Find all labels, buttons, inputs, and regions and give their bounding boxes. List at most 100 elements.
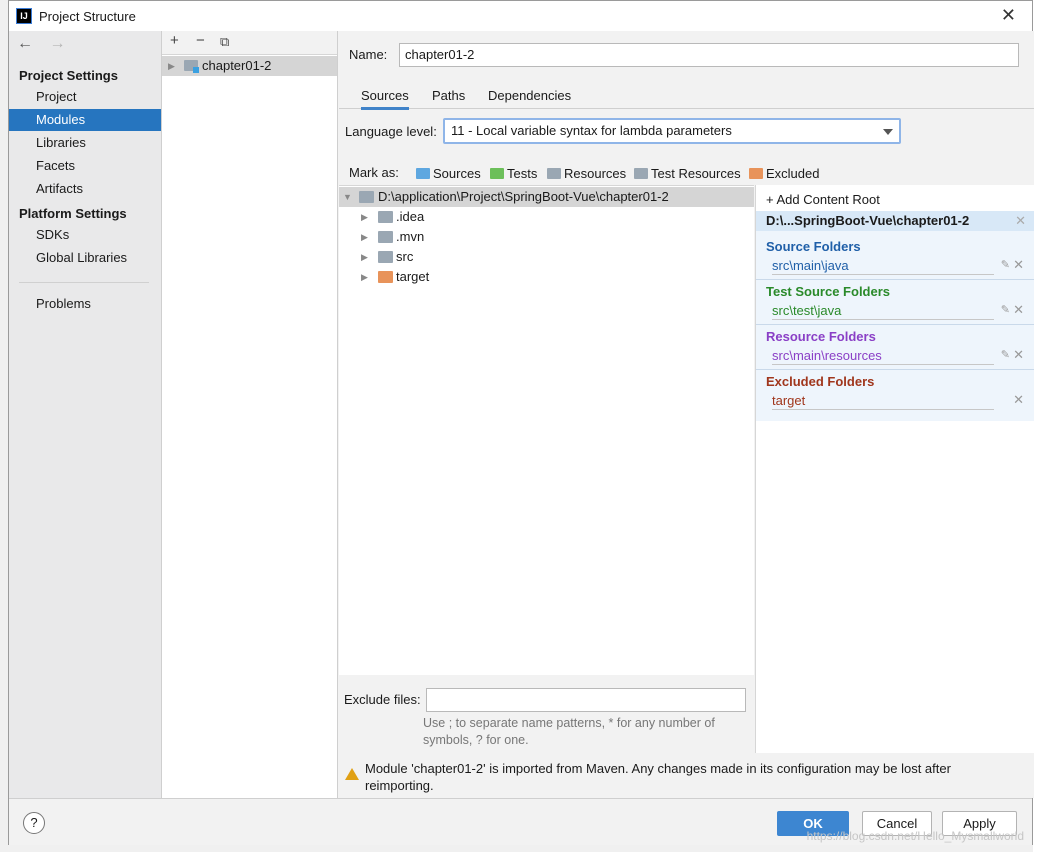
content-root-tree: ▼ D:\application\Project\SpringBoot-Vue\… xyxy=(339,185,754,675)
mark-excluded-button[interactable]: Excluded xyxy=(749,166,819,181)
remove-icon[interactable]: ✕ xyxy=(1013,347,1024,363)
tree-row-idea[interactable]: ▶ .idea xyxy=(339,207,754,227)
remove-icon[interactable]: ✕ xyxy=(1013,392,1024,408)
folder-icon xyxy=(378,211,393,223)
mark-test-resources-button[interactable]: Test Resources xyxy=(634,166,741,181)
tree-item-label: .mvn xyxy=(396,229,425,244)
mark-sources-button[interactable]: Sources xyxy=(416,166,481,181)
tests-folder-icon xyxy=(490,168,504,179)
exclude-hint-line-2: symbols, ? for one. xyxy=(423,733,529,747)
module-name-input[interactable]: chapter01-2 xyxy=(399,43,1019,67)
group-divider xyxy=(756,279,1034,280)
mark-as-label: Mark as: xyxy=(349,165,399,180)
content-root-panel: + Add Content Root D:\...SpringBoot-Vue\… xyxy=(755,185,1034,753)
expand-arrow-icon[interactable]: ▶ xyxy=(361,247,368,267)
sidebar-item-modules[interactable]: Modules xyxy=(9,109,161,131)
expand-arrow-icon[interactable]: ▶ xyxy=(361,207,368,227)
remove-icon[interactable]: ✕ xyxy=(1013,302,1024,318)
module-settings-panel: Name: chapter01-2 Sources Paths Dependen… xyxy=(339,31,1034,798)
folder-icon xyxy=(378,251,393,263)
intellij-app-icon: IJ xyxy=(16,8,32,24)
copy-icon[interactable]: ⧉ xyxy=(220,34,229,50)
close-icon[interactable]: ✕ xyxy=(1001,5,1016,26)
excluded-folders-heading: Excluded Folders xyxy=(766,374,875,389)
tree-item-label: src xyxy=(396,249,414,264)
module-item[interactable]: ▶ chapter01-2 xyxy=(162,56,337,76)
project-settings-heading: Project Settings xyxy=(19,68,118,83)
remove-icon[interactable]: ✕ xyxy=(1013,257,1024,273)
edit-icon[interactable]: ✎ xyxy=(1001,348,1010,361)
mark-excluded-label: Excluded xyxy=(766,166,820,181)
expand-arrow-icon[interactable]: ▶ xyxy=(168,56,175,76)
source-folders-heading: Source Folders xyxy=(766,239,861,254)
excluded-folder-icon xyxy=(749,168,763,179)
sidebar-item-project[interactable]: Project xyxy=(9,86,161,108)
back-arrow-icon[interactable]: ← xyxy=(17,35,33,52)
exclude-hint-line-1: Use ; to separate name patterns, * for a… xyxy=(423,716,715,730)
forward-arrow-icon[interactable]: → xyxy=(49,35,65,52)
tree-root-row[interactable]: ▼ D:\application\Project\SpringBoot-Vue\… xyxy=(339,187,754,207)
module-tabs: Sources Paths Dependencies xyxy=(339,83,1034,110)
sidebar-item-facets[interactable]: Facets xyxy=(9,155,161,177)
history-nav: ← → xyxy=(17,35,77,53)
exclude-files-label: Exclude files: xyxy=(344,692,421,707)
tree-row-src[interactable]: ▶ src xyxy=(339,247,754,267)
mark-resources-label: Resources xyxy=(564,166,627,181)
collapse-arrow-icon[interactable]: ▼ xyxy=(343,187,352,207)
content-root-header[interactable]: D:\...SpringBoot-Vue\chapter01-2 ✕ xyxy=(756,211,1034,231)
maven-warning-text: Module 'chapter01-2' is imported from Ma… xyxy=(365,761,951,793)
tab-sources[interactable]: Sources xyxy=(361,88,409,110)
language-level-value: 11 - Local variable syntax for lambda pa… xyxy=(451,123,732,138)
sidebar-item-problems[interactable]: Problems xyxy=(9,293,161,315)
add-icon[interactable]: + xyxy=(170,32,179,49)
test-source-folders-heading: Test Source Folders xyxy=(766,284,891,299)
remove-icon[interactable]: − xyxy=(196,32,205,49)
sidebar-item-libraries[interactable]: Libraries xyxy=(9,132,161,154)
excluded-folder-path: target xyxy=(772,393,806,408)
tree-root-label: D:\application\Project\SpringBoot-Vue\ch… xyxy=(378,189,669,204)
expand-arrow-icon[interactable]: ▶ xyxy=(361,267,368,287)
sidebar-divider xyxy=(19,282,149,283)
test-resources-folder-icon xyxy=(634,168,648,179)
mark-test-resources-label: Test Resources xyxy=(651,166,741,181)
tree-row-mvn[interactable]: ▶ .mvn xyxy=(339,227,754,247)
sidebar-item-global-libraries[interactable]: Global Libraries xyxy=(9,247,161,269)
tree-row-target[interactable]: ▶ target xyxy=(339,267,754,287)
edit-icon[interactable]: ✎ xyxy=(1001,258,1010,271)
language-level-select[interactable]: 11 - Local variable syntax for lambda pa… xyxy=(443,118,901,144)
resource-folder-entry[interactable]: src\main\resources ✎ ✕ xyxy=(772,347,1024,365)
add-content-root-button[interactable]: + Add Content Root xyxy=(766,192,880,207)
mark-tests-label: Tests xyxy=(507,166,538,181)
module-folder-icon xyxy=(184,60,199,73)
folder-icon xyxy=(378,231,393,243)
excluded-folder-icon xyxy=(378,271,393,283)
exclude-files-input[interactable] xyxy=(426,688,746,712)
help-icon[interactable]: ? xyxy=(23,812,45,834)
resources-folder-icon xyxy=(547,168,561,179)
source-folder-entry[interactable]: src\main\java ✎ ✕ xyxy=(772,257,1024,275)
settings-sidebar: ← → Project Settings Project Modules Lib… xyxy=(9,31,162,798)
group-divider xyxy=(756,369,1034,370)
edit-icon[interactable]: ✎ xyxy=(1001,303,1010,316)
chevron-down-icon xyxy=(883,129,893,135)
resource-folders-heading: Resource Folders xyxy=(766,329,876,344)
resource-folder-path: src\main\resources xyxy=(772,348,882,363)
test-source-folder-entry[interactable]: src\test\java ✎ ✕ xyxy=(772,302,1024,320)
modules-toolbar: + − ⧉ xyxy=(162,31,337,55)
mark-resources-button[interactable]: Resources xyxy=(547,166,626,181)
name-label: Name: xyxy=(349,47,388,62)
source-folder-path: src\main\java xyxy=(772,258,849,273)
group-divider xyxy=(756,324,1034,325)
mark-tests-button[interactable]: Tests xyxy=(490,166,537,181)
platform-settings-heading: Platform Settings xyxy=(19,206,127,221)
sidebar-item-artifacts[interactable]: Artifacts xyxy=(9,178,161,200)
tab-paths[interactable]: Paths xyxy=(432,88,465,103)
remove-root-icon[interactable]: ✕ xyxy=(1015,211,1026,231)
mark-sources-label: Sources xyxy=(433,166,481,181)
expand-arrow-icon[interactable]: ▶ xyxy=(361,227,368,247)
language-level-label: Language level: xyxy=(345,124,437,139)
tab-dependencies[interactable]: Dependencies xyxy=(488,88,571,103)
excluded-folder-entry[interactable]: target ✕ xyxy=(772,392,1024,410)
sources-folder-icon xyxy=(416,168,430,179)
sidebar-item-sdks[interactable]: SDKs xyxy=(9,224,161,246)
